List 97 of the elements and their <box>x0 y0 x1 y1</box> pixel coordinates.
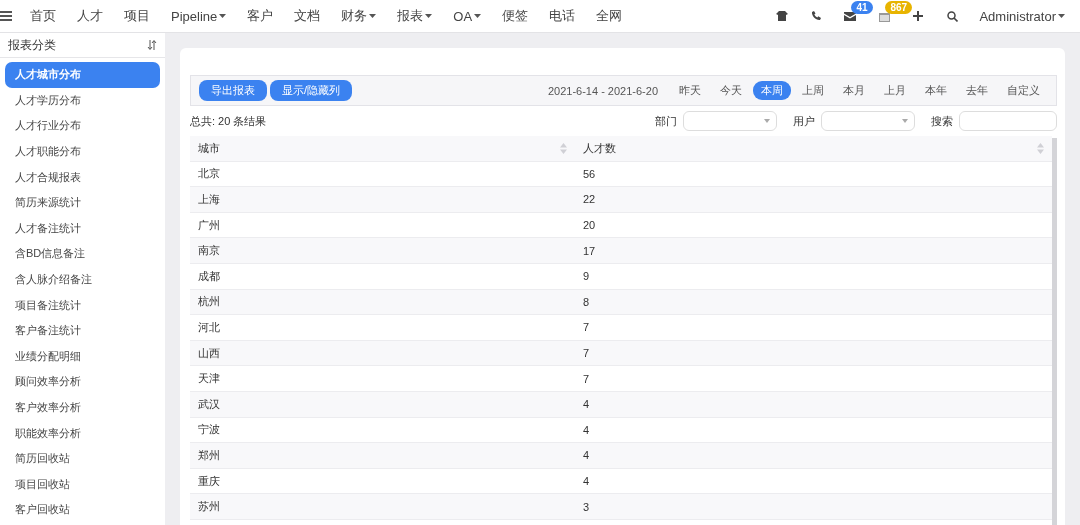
sort-icon[interactable] <box>147 40 157 50</box>
table-cell-text: 3 <box>582 499 591 515</box>
period-tab[interactable]: 本年 <box>917 81 955 100</box>
table-cell-text: 南京 <box>197 243 221 259</box>
table-cell-text: 8 <box>582 294 591 310</box>
sidebar-title: 报表分类 <box>8 36 56 54</box>
period-tab[interactable]: 本周 <box>753 81 791 100</box>
table-cell-text: 武汉 <box>197 396 221 412</box>
nav-menu-item[interactable]: OA <box>453 8 482 24</box>
nav-menu-item[interactable]: 人才 <box>77 7 103 25</box>
sidebar-item[interactable]: 人才合规报表 <box>5 164 160 190</box>
search-field[interactable] <box>959 111 1057 131</box>
table-cell-text: 7 <box>582 346 591 362</box>
sidebar-item[interactable]: 人才行业分布 <box>5 113 160 139</box>
table-cell-text: 9 <box>582 269 591 285</box>
nav-menu-item[interactable]: Pipeline <box>171 8 227 24</box>
sidebar-item[interactable]: 项目备注统计 <box>5 292 160 318</box>
sidebar-item[interactable]: 简历回收站 <box>5 445 160 472</box>
scrollbar[interactable] <box>1052 138 1057 525</box>
sidebar-item[interactable]: 职能效率分析 <box>5 420 160 446</box>
nav-menu-item[interactable]: 全网 <box>596 7 623 25</box>
sidebar-item[interactable]: 客户效率分析 <box>5 394 160 421</box>
column-title: 人才数 <box>583 140 616 156</box>
period-tab[interactable]: 昨天 <box>671 81 709 100</box>
table-cell-text: 北京 <box>197 166 221 182</box>
table-cell-text: 广州 <box>197 217 221 233</box>
table-cell-text: 4 <box>582 474 591 489</box>
result-count: 总共: 20 条结果 <box>190 113 267 129</box>
sidebar-item[interactable]: 人才城市分布 <box>5 62 160 88</box>
sidebar-item[interactable]: 顾问效率分析 <box>5 369 160 395</box>
nav-menu-item[interactable]: 财务 <box>341 7 377 25</box>
plus-icon[interactable] <box>913 11 924 21</box>
table-cell-text: 宁波 <box>197 422 221 438</box>
nav-menu-item[interactable]: 客户 <box>247 7 274 25</box>
period-tab[interactable]: 本月 <box>835 81 873 100</box>
phone-icon[interactable] <box>811 11 822 21</box>
notification-badge: 867 <box>885 0 913 14</box>
mail-icon[interactable] <box>844 11 857 21</box>
user-menu[interactable]: Administrator <box>979 8 1065 24</box>
sidebar-item[interactable]: 含BD信息备注 <box>5 241 160 267</box>
sidebar-item[interactable]: 含人脉介绍备注 <box>5 266 160 293</box>
table-cell-text: 郑州 <box>197 447 221 463</box>
table-cell-text: 17 <box>582 243 597 259</box>
nav-menu-item[interactable]: 项目 <box>124 7 150 25</box>
table-cell-text: 4 <box>582 448 591 464</box>
table-cell-text: 山西 <box>197 345 221 361</box>
sidebar-item[interactable]: 业绩分配明细 <box>5 343 160 370</box>
sidebar-item[interactable]: 人才备注统计 <box>5 215 160 242</box>
sidebar-item[interactable]: 简历来源统计 <box>5 189 160 216</box>
calendar-icon[interactable] <box>878 10 890 22</box>
export-button[interactable]: 导出报表 <box>199 80 267 101</box>
period-tab[interactable]: 自定义 <box>999 81 1048 100</box>
table-cell-text: 成都 <box>197 268 221 284</box>
sidebar-item[interactable]: 人才学历分布 <box>5 87 160 114</box>
shirt-icon[interactable] <box>776 11 789 21</box>
table-cell-text: 河北 <box>197 319 221 335</box>
filter-label: 部门 <box>655 113 677 129</box>
table-cell-text: 苏州 <box>197 499 221 515</box>
caret-icon <box>1058 14 1065 18</box>
table-cell-text: 重庆 <box>197 473 221 489</box>
table-cell-text: 上海 <box>197 192 221 207</box>
nav-menu-item[interactable]: 首页 <box>30 7 56 25</box>
table-cell-text: 7 <box>582 371 591 387</box>
filter-label: 搜索 <box>931 113 953 129</box>
caret-icon <box>369 14 377 18</box>
caret-icon <box>425 14 433 18</box>
filter-label: 用户 <box>793 113 815 129</box>
table-cell-text: 22 <box>582 192 597 208</box>
caret-icon <box>219 14 227 18</box>
table-cell-text: 杭州 <box>197 294 221 310</box>
table-cell-text: 天津 <box>197 371 221 387</box>
period-tab[interactable]: 上周 <box>794 81 832 100</box>
notification-badge: 41 <box>851 0 873 14</box>
caret-icon <box>474 14 482 18</box>
sidebar-item[interactable]: 客户回收站 <box>5 497 160 523</box>
period-tab[interactable]: 今天 <box>712 81 750 100</box>
toggle-columns-button[interactable]: 显示/隐藏列 <box>270 80 353 101</box>
table-cell-text: 56 <box>582 166 597 182</box>
sidebar-item[interactable]: 人才职能分布 <box>5 138 160 165</box>
search-icon[interactable] <box>946 10 958 22</box>
nav-menu-item[interactable]: 电话 <box>549 7 576 25</box>
sidebar-item[interactable]: 客户备注统计 <box>5 317 160 344</box>
period-tab[interactable]: 上月 <box>876 81 914 100</box>
period-tab[interactable]: 去年 <box>958 81 996 100</box>
menu-icon[interactable] <box>0 11 12 21</box>
date-range: 2021-6-14 - 2021-6-20 <box>547 84 658 97</box>
nav-menu-item[interactable]: 便签 <box>502 7 529 25</box>
table-cell-text: 7 <box>582 320 591 336</box>
sidebar-item[interactable]: 项目回收站 <box>5 471 160 498</box>
column-title: 城市 <box>198 140 220 156</box>
dropdown-caret-icon <box>764 119 770 123</box>
table-cell-text: 20 <box>582 218 597 234</box>
dropdown-caret-icon <box>902 119 908 123</box>
nav-menu-item[interactable]: 报表 <box>397 7 433 25</box>
table-cell-text: 4 <box>582 397 591 413</box>
nav-menu-item[interactable]: 文档 <box>294 7 321 25</box>
table-cell-text: 4 <box>582 422 591 438</box>
